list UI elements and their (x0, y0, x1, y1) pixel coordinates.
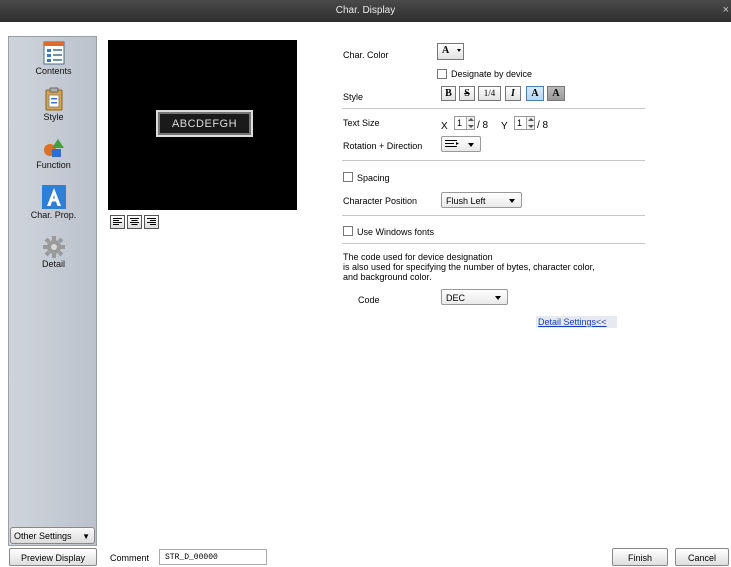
spacing-label: Spacing (357, 173, 390, 183)
sidebar: Contents Style Function Char. Prop. Deta… (8, 36, 97, 546)
char-position-value: Flush Left (446, 196, 486, 206)
windows-fonts-label: Use Windows fonts (357, 227, 435, 237)
y-denominator: / 8 (537, 120, 549, 131)
function-icon (43, 139, 64, 157)
preview-text: ABCDEFGH (156, 110, 253, 137)
bold-button[interactable]: B (441, 86, 456, 101)
shadow-button[interactable]: S (459, 86, 475, 101)
char-prop-icon (41, 185, 66, 209)
chevron-down-icon (457, 49, 461, 52)
sidebar-item-label: Char. Prop. (30, 210, 77, 220)
detail-icon (42, 236, 65, 258)
char-color-value: A (442, 45, 450, 56)
windows-fonts-checkbox[interactable] (343, 226, 353, 236)
char-color-label: Char. Color (343, 50, 389, 60)
text-direction-icon (445, 140, 459, 147)
detail-settings-link[interactable]: Detail Settings<< (536, 316, 617, 328)
other-settings-dropdown[interactable]: Other Settings ▼ (10, 527, 95, 544)
sidebar-item-label: Function (36, 160, 71, 170)
x-size-value: 1 (457, 118, 463, 128)
align-left-button[interactable] (110, 215, 125, 229)
designate-by-device-label: Designate by device (451, 69, 533, 79)
outline-button[interactable]: A (526, 86, 544, 101)
divider (342, 160, 645, 161)
comment-input[interactable]: STR_D_00000 (159, 549, 267, 565)
window-title: Char. Display (335, 5, 396, 16)
spin-arrows-icon[interactable] (526, 117, 534, 129)
char-position-dropdown[interactable]: Flush Left (441, 192, 522, 208)
preview-canvas: ABCDEFGH (108, 40, 297, 210)
chevron-down-icon: ▼ (82, 532, 90, 541)
align-right-icon (147, 218, 156, 225)
contents-icon (43, 41, 64, 65)
spacing-checkbox[interactable] (343, 172, 353, 182)
comment-label: Comment (110, 553, 150, 563)
char-position-label: Character Position (343, 196, 418, 206)
chevron-down-icon (495, 296, 501, 300)
sidebar-item-char-prop[interactable]: Char. Prop. (9, 185, 98, 220)
cancel-button[interactable]: Cancel (675, 548, 729, 566)
x-denominator: / 8 (477, 120, 489, 131)
sidebar-item-label: Contents (35, 66, 72, 76)
code-note-line-1: The code used for device designation (343, 252, 493, 262)
sidebar-item-style[interactable]: Style (9, 87, 98, 122)
align-center-button[interactable] (127, 215, 142, 229)
finish-button[interactable]: Finish (612, 548, 668, 566)
y-label: Y (501, 121, 508, 132)
preview-display-button[interactable]: Preview Display (9, 548, 97, 566)
sidebar-item-function[interactable]: Function (9, 137, 98, 170)
close-icon[interactable]: × (723, 4, 729, 16)
align-right-button[interactable] (144, 215, 159, 229)
code-note-line-3: and background color. (343, 272, 432, 282)
sidebar-item-label: Style (43, 112, 64, 122)
x-label: X (441, 121, 448, 132)
y-size-value: 1 (517, 118, 523, 128)
other-settings-label: Other Settings (14, 531, 72, 541)
code-label: Code (358, 295, 380, 305)
reverse-button[interactable]: A (547, 86, 565, 101)
divider (342, 215, 645, 216)
title-bar: Char. Display × (0, 0, 731, 22)
align-left-icon (113, 218, 122, 225)
italic-button[interactable]: I (505, 86, 521, 101)
text-size-label: Text Size (343, 118, 380, 128)
y-size-stepper[interactable]: 1 (514, 116, 535, 130)
chevron-down-icon (468, 143, 474, 147)
code-dropdown[interactable]: DEC (441, 289, 508, 305)
rotation-direction-dropdown[interactable] (441, 136, 481, 152)
sidebar-item-detail[interactable]: Detail (9, 236, 98, 269)
quarter-size-button[interactable]: 1/4 (478, 86, 501, 101)
chevron-down-icon (509, 199, 515, 203)
sidebar-item-contents[interactable]: Contents (9, 41, 98, 76)
char-color-button[interactable]: A (437, 43, 464, 60)
spin-arrows-icon[interactable] (466, 117, 474, 129)
sidebar-item-label: Detail (41, 259, 65, 269)
designate-by-device-checkbox[interactable] (437, 69, 447, 79)
code-note-line-2: is also used for specifying the number o… (343, 262, 595, 272)
align-center-icon (130, 218, 139, 225)
code-value: DEC (446, 293, 466, 303)
x-size-stepper[interactable]: 1 (454, 116, 475, 130)
rotation-direction-label: Rotation + Direction (343, 141, 423, 151)
style-icon (45, 87, 62, 111)
divider (342, 108, 645, 109)
style-label: Style (343, 92, 364, 102)
divider (342, 243, 645, 244)
